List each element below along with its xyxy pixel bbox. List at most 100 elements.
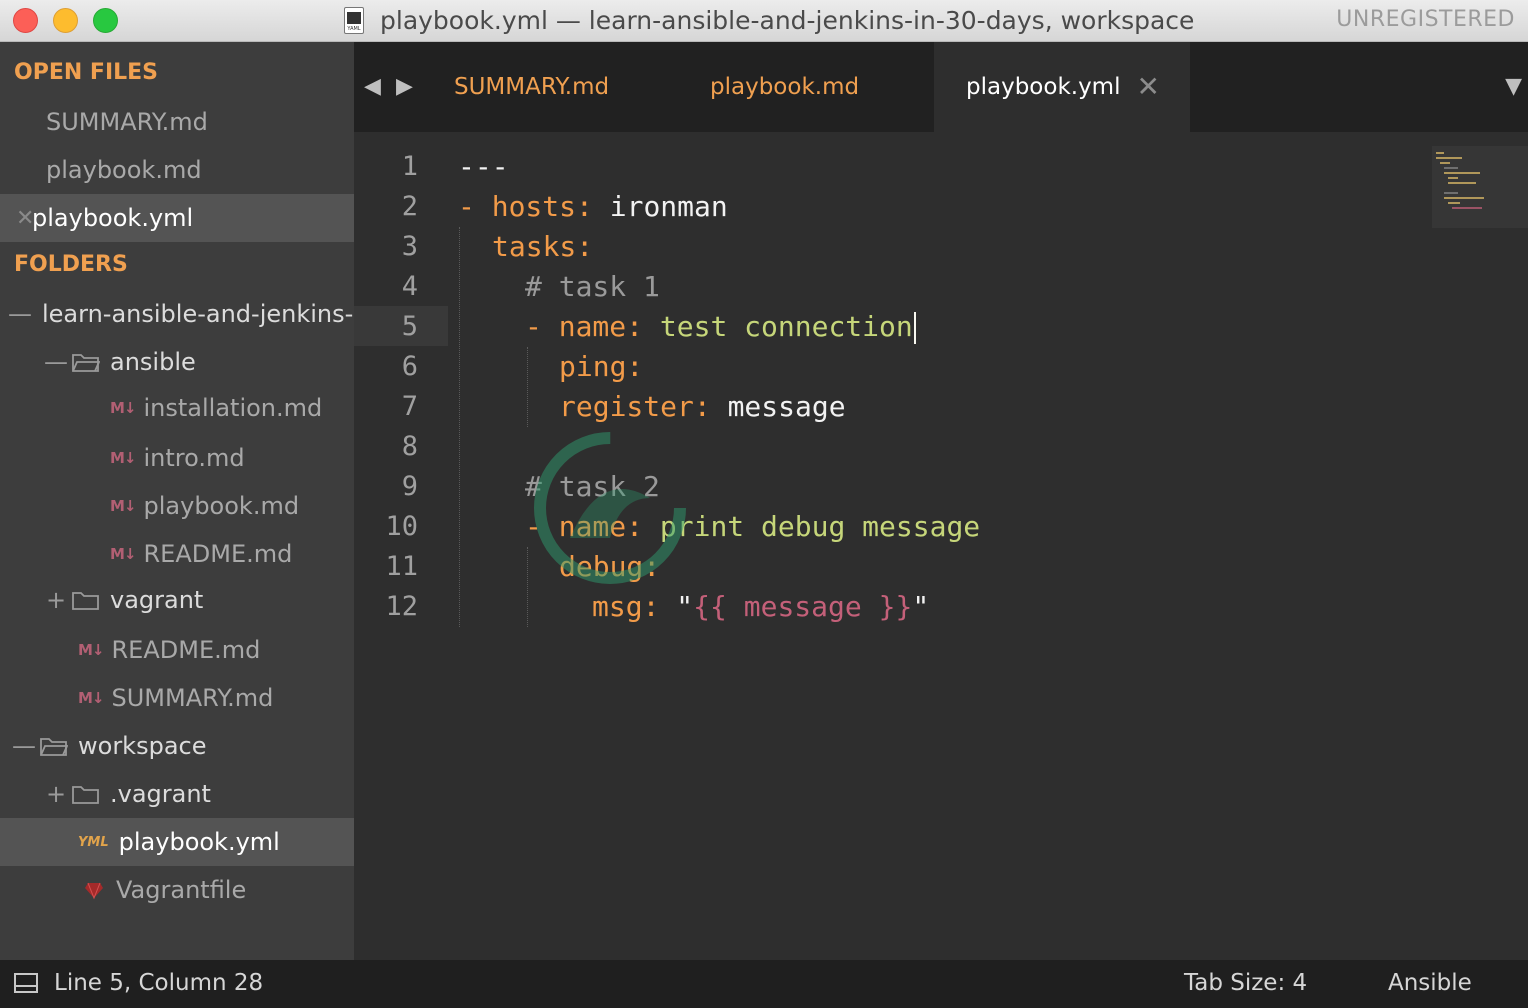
tree-label: .vagrant bbox=[110, 780, 211, 808]
tree-folder-ansible[interactable]: — ansible bbox=[0, 338, 354, 386]
toggle-panel-icon[interactable] bbox=[14, 973, 38, 993]
expand-icon[interactable]: + bbox=[40, 586, 72, 614]
open-file-label: playbook.yml bbox=[32, 204, 194, 232]
collapse-icon[interactable]: — bbox=[8, 300, 32, 328]
tree-file-readme-md[interactable]: M↓ README.md bbox=[0, 530, 354, 578]
open-files-header: OPEN FILES bbox=[14, 60, 159, 85]
tree-label: SUMMARY.md bbox=[111, 684, 274, 712]
title-bar: YAML playbook.yml — learn-ansible-and-je… bbox=[0, 0, 1528, 42]
folder-icon bbox=[72, 592, 99, 610]
tree-folder-dot-vagrant[interactable]: + .vagrant bbox=[0, 770, 354, 818]
sidebar: OPEN FILES SUMMARY.md playbook.md ✕ play… bbox=[0, 42, 354, 960]
ruby-icon bbox=[85, 882, 103, 900]
tree-label: ansible bbox=[110, 348, 196, 376]
markdown-icon: M↓ bbox=[78, 641, 104, 659]
tab-label: playbook.yml bbox=[966, 74, 1121, 100]
open-file-label: playbook.md bbox=[46, 156, 202, 184]
code-line-5: - name: test connection bbox=[525, 307, 916, 347]
tree-folder-learn-ansible[interactable]: — learn-ansible-and-jenkins-in-30-days bbox=[0, 290, 354, 338]
markdown-icon: M↓ bbox=[110, 545, 136, 563]
code-line-1: --- bbox=[458, 150, 509, 183]
collapse-icon[interactable]: — bbox=[8, 732, 40, 760]
code-line-3: tasks: bbox=[492, 230, 594, 263]
tab-list-dropdown-icon[interactable]: ▼ bbox=[1505, 74, 1522, 99]
indent-guide bbox=[459, 227, 460, 627]
markdown-icon: M↓ bbox=[78, 689, 104, 707]
open-file-label: SUMMARY.md bbox=[46, 108, 208, 136]
tab-summary-md[interactable]: SUMMARY.md bbox=[454, 42, 609, 132]
tree-file-installation-md[interactable]: M↓ installation.md bbox=[0, 384, 354, 432]
open-file-item-selected[interactable]: ✕ playbook.yml bbox=[0, 194, 354, 242]
cursor-position: Line 5, Column 28 bbox=[54, 970, 264, 996]
tree-label: learn-ansible-and-jenkins-in-30-days bbox=[42, 300, 354, 328]
line-number: 12 bbox=[385, 591, 418, 622]
code-editor[interactable]: 1 2 3 4 5 6 7 8 9 10 11 12 --- - hosts: … bbox=[354, 132, 1528, 960]
tab-label: playbook.md bbox=[710, 74, 860, 100]
tree-label: Vagrantfile bbox=[116, 876, 247, 904]
code-line-6: ping: bbox=[559, 350, 644, 383]
code-line-2: - hosts: ironman bbox=[458, 190, 728, 223]
syntax-selector[interactable]: Ansible bbox=[1388, 970, 1472, 996]
tree-label: workspace bbox=[78, 732, 207, 760]
tree-label: README.md bbox=[143, 540, 293, 568]
collapse-icon[interactable]: — bbox=[40, 348, 72, 376]
code-line-7: register: message bbox=[559, 390, 846, 423]
tab-playbook-yml[interactable]: playbook.yml ✕ bbox=[934, 42, 1190, 132]
folders-header: FOLDERS bbox=[14, 252, 128, 277]
tree-file-playbook-yml[interactable]: YML playbook.yml bbox=[0, 818, 354, 866]
watermark-logo-icon bbox=[534, 432, 686, 584]
expand-icon[interactable]: + bbox=[40, 780, 72, 808]
close-window-button[interactable] bbox=[13, 8, 38, 33]
line-number: 8 bbox=[401, 431, 418, 462]
minimize-window-button[interactable] bbox=[53, 8, 78, 33]
tab-label: SUMMARY.md bbox=[454, 74, 610, 100]
tree-folder-workspace[interactable]: — workspace bbox=[0, 722, 354, 770]
open-file-item[interactable]: playbook.md bbox=[0, 146, 354, 194]
open-file-item[interactable]: SUMMARY.md bbox=[0, 98, 354, 146]
markdown-icon: M↓ bbox=[110, 449, 136, 467]
yaml-icon: YML bbox=[78, 834, 109, 850]
status-bar: Line 5, Column 28 Tab Size: 4 Ansible bbox=[0, 960, 1528, 1008]
zoom-window-button[interactable] bbox=[93, 8, 118, 33]
tab-playbook-md[interactable]: playbook.md bbox=[710, 42, 859, 132]
tree-file-summary-md[interactable]: M↓ SUMMARY.md bbox=[0, 674, 354, 722]
folder-icon bbox=[72, 786, 99, 804]
tree-label: playbook.yml bbox=[118, 828, 280, 856]
folder-open-icon bbox=[72, 354, 100, 372]
minimap[interactable] bbox=[1432, 146, 1528, 228]
tab-bar: ◀ ▶ SUMMARY.md playbook.md playbook.yml … bbox=[354, 42, 1528, 132]
tree-label: installation.md bbox=[143, 394, 323, 422]
indent-guide bbox=[527, 547, 528, 627]
folder-open-icon bbox=[40, 738, 68, 756]
tree-label: README.md bbox=[111, 636, 261, 664]
tree-file-readme-md-root[interactable]: M↓ README.md bbox=[0, 626, 354, 674]
unregistered-badge: UNREGISTERED bbox=[1336, 7, 1515, 32]
line-number: 3 bbox=[401, 231, 418, 262]
tree-label: vagrant bbox=[110, 586, 204, 614]
text-caret bbox=[913, 312, 916, 344]
indent-guide bbox=[527, 347, 528, 427]
line-number: 7 bbox=[401, 391, 418, 422]
tree-folder-vagrant[interactable]: + vagrant bbox=[0, 576, 354, 624]
tab-size-selector[interactable]: Tab Size: 4 bbox=[1184, 970, 1307, 996]
tab-back-arrow-icon[interactable]: ◀ bbox=[364, 74, 381, 99]
close-file-icon[interactable]: ✕ bbox=[0, 206, 34, 231]
line-number-current: 5 bbox=[401, 311, 418, 342]
tab-forward-arrow-icon[interactable]: ▶ bbox=[396, 74, 413, 99]
code-line-12: msg: "{{ message }}" bbox=[592, 590, 930, 623]
line-number: 9 bbox=[401, 471, 418, 502]
markdown-icon: M↓ bbox=[110, 497, 136, 515]
yaml-document-icon: YAML bbox=[344, 7, 364, 34]
tree-file-intro-md[interactable]: M↓ intro.md bbox=[0, 434, 354, 482]
markdown-icon: M↓ bbox=[110, 399, 136, 417]
line-number: 6 bbox=[401, 351, 418, 382]
tree-file-playbook-md[interactable]: M↓ playbook.md bbox=[0, 482, 354, 530]
tree-file-vagrantfile[interactable]: Vagrantfile bbox=[0, 866, 354, 914]
window-title: playbook.yml — learn-ansible-and-jenkins… bbox=[380, 6, 1195, 35]
code-line-4: # task 1 bbox=[525, 270, 660, 303]
line-number: 2 bbox=[401, 191, 418, 222]
line-number: 11 bbox=[385, 551, 418, 582]
close-tab-icon[interactable]: ✕ bbox=[1137, 70, 1160, 103]
line-number: 1 bbox=[401, 151, 418, 182]
line-number: 10 bbox=[385, 511, 418, 542]
